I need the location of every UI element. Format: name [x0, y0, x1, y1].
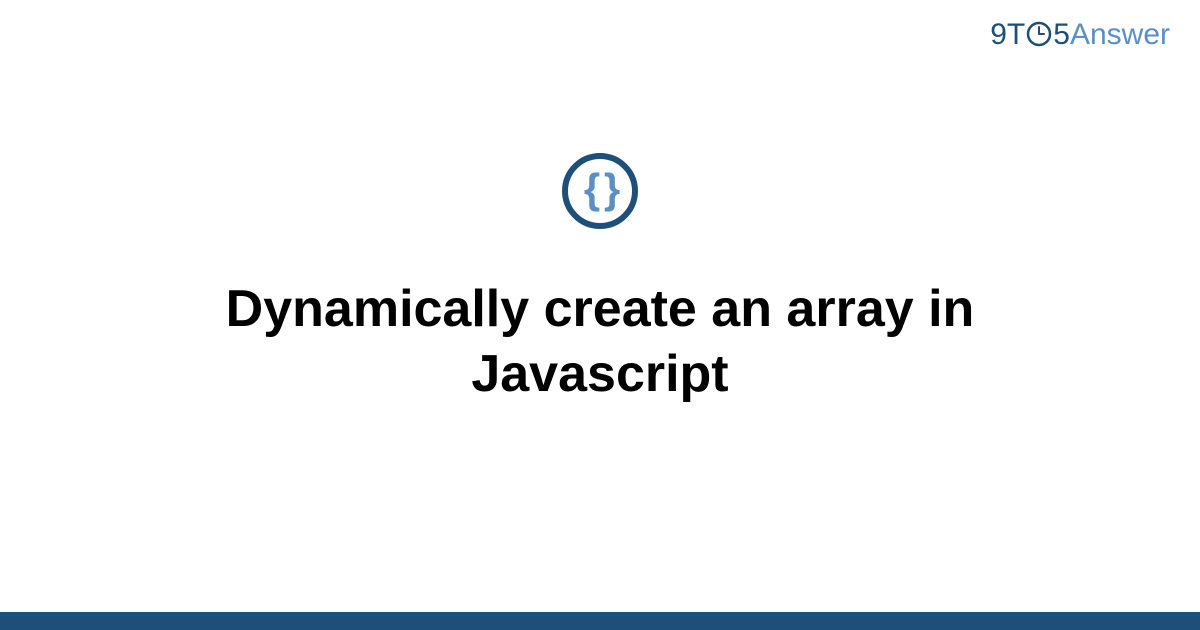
code-braces-icon: { } — [562, 153, 638, 229]
main-content: { } Dynamically create an array in Javas… — [0, 0, 1200, 630]
footer-accent-bar — [0, 612, 1200, 630]
page-title: Dynamically create an array in Javascrip… — [100, 277, 1100, 407]
braces-glyph: { } — [584, 168, 616, 210]
category-icon-wrapper: { } — [562, 153, 638, 229]
